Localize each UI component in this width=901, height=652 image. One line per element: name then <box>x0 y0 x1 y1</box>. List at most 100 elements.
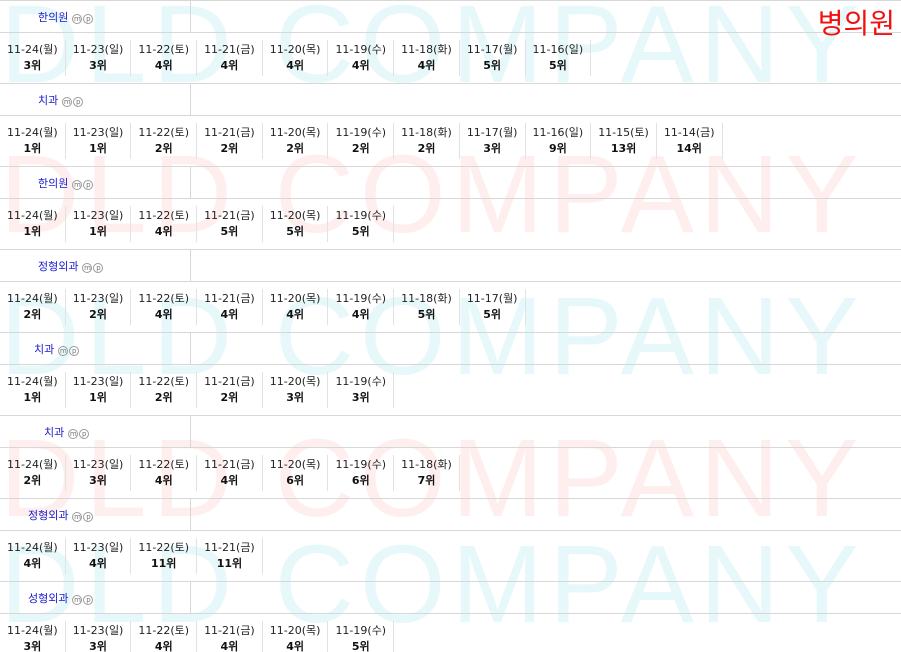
mp-badges: mp <box>72 179 94 190</box>
rank-value: 4위 <box>286 308 304 321</box>
rank-cell: 11-21(금) 5위 <box>197 206 263 242</box>
rank-date: 11-19(수) <box>335 458 387 471</box>
pc-badge-icon: p <box>83 594 94 605</box>
section-label-text[interactable]: 정형외과 <box>38 258 78 274</box>
mobile-badge-icon: m <box>62 96 73 107</box>
rank-cell: 11-17(월) 3위 <box>460 123 526 159</box>
rank-value: 2위 <box>351 142 370 155</box>
section-label-text[interactable]: 한의원 <box>38 9 68 25</box>
rank-cell: 11-19(수) 4위 <box>328 40 395 76</box>
section-label[interactable]: 치과 m p <box>44 424 90 440</box>
rank-cell: 11-22(토) 2위 <box>131 123 198 159</box>
section-header-left: 정형외과 m p <box>0 499 191 530</box>
rank-value: 1위 <box>89 142 107 155</box>
rank-cell: 11-17(월) 5위 <box>460 289 526 325</box>
rank-date: 11-20(목) <box>269 624 321 637</box>
section-label[interactable]: 치과 m p <box>38 92 84 108</box>
section-label-text[interactable]: 성형외과 <box>28 590 68 606</box>
rank-value: 9위 <box>548 142 567 155</box>
section-label-text[interactable]: 정형외과 <box>28 507 68 523</box>
rank-value: 3위 <box>23 59 42 72</box>
rank-date: 11-24(월) <box>7 624 58 637</box>
section-label[interactable]: 정형외과 m p <box>38 258 104 274</box>
section-label[interactable]: 정형외과 m p <box>28 507 94 523</box>
section-label-text[interactable]: 치과 <box>34 341 54 357</box>
rank-value: 2위 <box>417 142 436 155</box>
rank-value: 1위 <box>89 225 107 238</box>
rank-value: 11위 <box>151 557 177 570</box>
rank-cell: 11-18(화) 7위 <box>394 455 460 491</box>
rank-section: 정형외과 m p 11-24(월) 2위 11-23(일) 2위 11-22(토) 4위 11-2… <box>0 249 901 332</box>
rank-date: 11-16(일) <box>532 43 584 56</box>
rank-value: 3위 <box>89 640 107 652</box>
rank-value: 1위 <box>23 391 42 404</box>
rank-date: 11-22(토) <box>138 375 190 388</box>
rank-cell: 11-23(일) 1위 <box>66 206 132 242</box>
rank-section: 성형외과 m p 11-24(월) 3위 11-23(일) 3위 11-22(토) 4위 11-2… <box>0 581 901 652</box>
section-header-left: 치과 m p <box>0 333 191 364</box>
rank-date: 11-23(일) <box>72 458 124 471</box>
rank-value: 3위 <box>286 391 304 404</box>
rank-date: 11-17(월) <box>466 126 518 139</box>
rank-date: 11-18(화) <box>401 43 452 56</box>
rank-cell: 11-23(일) 4위 <box>66 538 132 574</box>
rank-date: 11-21(금) <box>204 209 255 222</box>
section-header-left: 치과 m p <box>0 84 191 115</box>
rank-value: 6위 <box>286 474 304 487</box>
rank-value: 13위 <box>610 142 637 155</box>
section-label-text[interactable]: 치과 <box>38 92 58 108</box>
mp-badges: mp <box>58 345 80 356</box>
section-label[interactable]: 한의원 m p <box>38 175 94 191</box>
rank-value: 2위 <box>154 391 173 404</box>
rank-cell: 11-20(목) 4위 <box>263 289 329 325</box>
rank-cell: 11-22(토) 4위 <box>131 40 198 76</box>
rank-date: 11-16(일) <box>532 126 584 139</box>
rank-value: 6위 <box>351 474 370 487</box>
rank-cell: 11-24(월) 2위 <box>0 455 66 491</box>
section-label[interactable]: 성형외과 m p <box>28 590 94 606</box>
rank-date: 11-21(금) <box>204 624 255 637</box>
mp-badges: mp <box>72 594 94 605</box>
rank-date: 11-19(수) <box>335 292 387 305</box>
rank-cell: 11-16(일) 5위 <box>526 40 592 76</box>
section-label-text[interactable]: 한의원 <box>38 175 68 191</box>
rank-cell: 11-22(토) 4위 <box>131 289 198 325</box>
rank-value: 5위 <box>548 59 567 72</box>
rank-value: 4위 <box>23 557 42 570</box>
rank-date: 11-20(목) <box>269 375 321 388</box>
rank-cell: 11-20(목) 6위 <box>263 455 329 491</box>
rank-value: 4위 <box>220 308 239 321</box>
rank-date: 11-22(토) <box>138 126 190 139</box>
rank-value: 2위 <box>220 142 239 155</box>
mobile-badge-icon: m <box>72 13 83 24</box>
rank-date: 11-21(금) <box>204 292 255 305</box>
mobile-badge-icon: m <box>72 511 83 522</box>
rank-cell: 11-20(목) 5위 <box>263 206 329 242</box>
section-header-left: 성형외과 m p <box>0 582 191 613</box>
section-header-left: 정형외과 m p <box>0 250 191 281</box>
rank-cell: 11-16(일) 9위 <box>526 123 592 159</box>
rank-date: 11-22(토) <box>138 458 190 471</box>
rank-cell: 11-18(화) 4위 <box>394 40 460 76</box>
rank-cell: 11-24(월) 3위 <box>0 621 66 652</box>
rank-date: 11-23(일) <box>72 541 124 554</box>
rank-cell: 11-24(월) 3위 <box>0 40 66 76</box>
rank-value: 4위 <box>286 59 304 72</box>
rank-date: 11-18(화) <box>401 292 452 305</box>
rank-section: 치과 m p 11-24(월) 2위 11-23(일) 3위 11-22(토) 4위 11-21(… <box>0 415 901 498</box>
rank-cell: 11-23(일) 1위 <box>66 123 132 159</box>
section-label[interactable]: 치과 m p <box>34 341 80 357</box>
rank-date: 11-17(월) <box>466 292 518 305</box>
section-header: 치과 m p <box>0 83 901 116</box>
rank-date: 11-18(화) <box>401 458 452 471</box>
section-label-text[interactable]: 치과 <box>44 424 64 440</box>
rank-date: 11-24(월) <box>7 375 58 388</box>
rank-cell: 11-19(수) 6위 <box>328 455 395 491</box>
rank-value: 3위 <box>23 640 42 652</box>
rank-date: 11-20(목) <box>269 209 321 222</box>
section-label[interactable]: 한의원 m p <box>38 9 94 25</box>
section-header: 정형외과 m p <box>0 498 901 531</box>
rank-value: 1위 <box>23 225 42 238</box>
rank-date: 11-20(목) <box>269 126 321 139</box>
pc-badge-icon: p <box>83 179 94 190</box>
